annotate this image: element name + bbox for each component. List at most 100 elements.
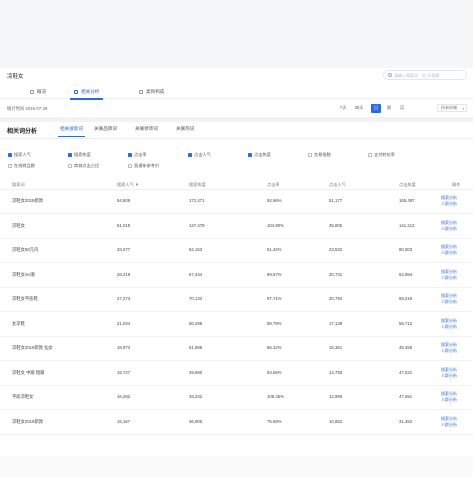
- cell-click-rate: 89.57%: [267, 271, 282, 277]
- subtab-modifier[interactable]: 关联修饰词: [135, 126, 158, 132]
- col-click-rate[interactable]: 点击率: [267, 182, 280, 188]
- cell-search-heat: 48,232: [189, 394, 203, 399]
- page-title: 凉鞋女: [7, 74, 24, 80]
- range-day-button[interactable]: 日: [371, 103, 381, 113]
- tab-overview-label: 概况: [37, 89, 47, 94]
- filter-label: 支付转化率: [374, 152, 395, 157]
- row-actions: 搜索分析 人群分析: [441, 195, 457, 207]
- crowd-analysis-link[interactable]: 人群分析: [441, 348, 457, 354]
- col-click-heat[interactable]: 点击热度: [399, 182, 416, 188]
- search-input[interactable]: 请输入搜索词 · 近7天搜索: [383, 70, 467, 80]
- subtab-hot[interactable]: 关联热词: [176, 126, 194, 132]
- filter-pay-conversion[interactable]: 支付转化率: [368, 152, 395, 158]
- cell-click-popularity: 12,999: [329, 394, 343, 399]
- table-row: 凉鞋女50元内 33,077 84,163 61.42% 23,532 80,003 搜索分…: [0, 239, 473, 263]
- checkbox-icon: [68, 164, 72, 168]
- cell-search-popularity: 33,077: [117, 247, 131, 252]
- crowd-analysis-link[interactable]: 人群分析: [441, 201, 457, 207]
- tab-category[interactable]: 类目构成: [139, 85, 164, 99]
- tab-overview[interactable]: 概况: [30, 85, 46, 99]
- cell-search-heat: 49,680: [189, 369, 203, 375]
- cell-click-rate: 92.66%: [267, 198, 282, 203]
- crowd-analysis-link[interactable]: 人群分析: [441, 299, 457, 305]
- col-click-popularity[interactable]: 点击人气: [329, 182, 346, 188]
- cell-click-heat: 48,455: [399, 345, 413, 350]
- cell-search-heat: 172,471: [189, 198, 205, 203]
- filter-online-goods[interactable]: 在线商品数: [8, 163, 35, 169]
- tab-related-analysis[interactable]: 相关分析: [69, 85, 104, 100]
- crowd-analysis-link[interactable]: 人群分析: [441, 226, 457, 232]
- row-actions: 搜索分析 人群分析: [441, 391, 457, 403]
- stat-bar: 统计时间 2019-07-29 7天 30天 日 周 月 所有终端 ▾: [0, 101, 473, 115]
- crowd-analysis-link[interactable]: 人群分析: [441, 373, 457, 379]
- cell-search-popularity: 15,167: [117, 418, 131, 424]
- cell-click-rate: 61.42%: [267, 247, 282, 252]
- subtab-related-search[interactable]: 相关搜索词: [58, 126, 85, 137]
- row-actions: 搜索分析 人群分析: [441, 269, 457, 281]
- cell-search-popularity: 28,219: [117, 271, 131, 277]
- filter-ztc-price[interactable]: 直通车参考价: [128, 163, 159, 169]
- filter-search-popularity[interactable]: 搜索人气: [8, 152, 31, 158]
- cell-search-popularity: 18,973: [117, 345, 131, 350]
- row-actions: 搜索分析 人群分析: [441, 244, 457, 256]
- filter-search-heat[interactable]: 搜索热度: [68, 152, 91, 158]
- terminal-select[interactable]: 所有终端 ▾: [437, 104, 467, 112]
- filter-label: 搜索人气: [14, 152, 31, 157]
- search-analysis-link[interactable]: 搜索分析: [441, 318, 457, 324]
- col-search-heat[interactable]: 搜索热度: [189, 182, 206, 188]
- cell-click-rate: 97.71%: [267, 296, 282, 301]
- filter-trade-index[interactable]: 交易指数: [308, 152, 331, 158]
- filter-label: 商城点击占比: [74, 163, 100, 168]
- cell-click-heat: 31,452: [399, 418, 413, 424]
- cell-keyword: 凉鞋女 中跟 粗跟: [12, 369, 45, 375]
- cell-search-heat: 60,298: [189, 320, 203, 326]
- table-row: 凉鞋女ins潮 28,219 67,444 89.57% 20,731 62,984 搜索分…: [0, 264, 473, 288]
- range-7d-button[interactable]: 7天: [338, 104, 348, 113]
- cell-keyword: 凉鞋女: [12, 222, 25, 228]
- stat-date: 统计时间 2019-07-29: [7, 105, 48, 111]
- crowd-analysis-link[interactable]: 人群分析: [441, 397, 457, 403]
- section-rule: [0, 138, 473, 139]
- crowd-analysis-link[interactable]: 人群分析: [441, 422, 457, 428]
- tab-related-analysis-label: 相关分析: [81, 89, 100, 94]
- crowd-analysis-link[interactable]: 人群分析: [441, 250, 457, 256]
- range-month-button[interactable]: 月: [397, 104, 407, 113]
- cell-search-heat: 67,444: [189, 271, 203, 277]
- filter-label: 直通车参考价: [134, 163, 160, 168]
- row-actions: 搜索分析 人群分析: [441, 342, 457, 354]
- cell-click-heat: 165,497: [399, 198, 415, 203]
- cell-click-rate: 86.32%: [267, 345, 282, 350]
- table-row: 凉鞋女2019新款 15,167 36,905 75.69% 10,852 31,452 搜…: [0, 411, 473, 435]
- col-keyword[interactable]: 搜索词: [12, 182, 25, 188]
- filter-mall-click-ratio[interactable]: 商城点击占比: [68, 163, 99, 169]
- cell-search-popularity: 27,273: [117, 296, 131, 301]
- table-row: 凉鞋女2019新款 仙女 18,973 51,998 86.32% 15,361 48,4…: [0, 337, 473, 361]
- filter-label: 点击率: [134, 152, 147, 157]
- filter-click-heat[interactable]: 点击热度: [248, 152, 271, 158]
- cell-click-rate: 105.46%: [267, 394, 284, 399]
- filter-click-rate[interactable]: 点击率: [128, 152, 147, 158]
- cell-click-rate: 75.69%: [267, 418, 282, 424]
- cell-search-heat: 70,132: [189, 296, 203, 301]
- subtab-brand[interactable]: 关联品牌词: [94, 126, 117, 132]
- search-analysis-link[interactable]: 搜索分析: [441, 367, 457, 373]
- cell-search-popularity: 51,019: [117, 222, 131, 228]
- cell-click-popularity: 23,532: [329, 247, 343, 252]
- footer: [0, 455, 473, 477]
- search-analysis-link[interactable]: 搜索分析: [441, 416, 457, 422]
- cell-click-popularity: 17,139: [329, 320, 343, 326]
- search-analysis-link[interactable]: 搜索分析: [441, 220, 457, 226]
- search-analysis-link[interactable]: 搜索分析: [441, 269, 457, 275]
- filter-click-popularity[interactable]: 点击人气: [188, 152, 211, 158]
- chevron-down-icon: ▾: [462, 106, 464, 111]
- cell-click-popularity: 35,805: [329, 222, 343, 228]
- checkbox-icon: [128, 153, 132, 157]
- row-actions: 搜索分析 人群分析: [441, 416, 457, 428]
- crowd-analysis-link[interactable]: 人群分析: [441, 324, 457, 330]
- table-row: 凉鞋女 中跟 粗跟 15,727 49,680 83.65% 14,793 47,621 搜…: [0, 362, 473, 386]
- col-search-popularity[interactable]: 搜索人气 ▼: [117, 182, 139, 188]
- range-week-button[interactable]: 周: [384, 104, 394, 113]
- crowd-analysis-link[interactable]: 人群分析: [441, 275, 457, 281]
- range-30d-button[interactable]: 30天: [352, 104, 366, 113]
- cell-keyword: 女凉鞋: [12, 320, 25, 326]
